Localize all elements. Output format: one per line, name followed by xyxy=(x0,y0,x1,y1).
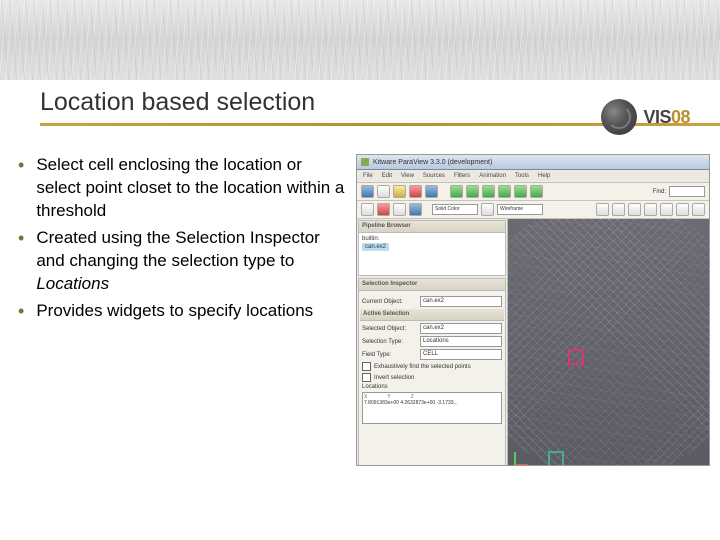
selection-marker-icon[interactable] xyxy=(548,451,564,466)
field-type-row: Field Type: CELL xyxy=(362,349,502,360)
selected-object-row: Selected Object: can.ex2 xyxy=(362,323,502,334)
locations-table[interactable]: X Y Z 7.8091383e+00 4.2632873e+00 -3.173… xyxy=(362,392,502,424)
find-input[interactable] xyxy=(669,186,705,197)
camera-icon[interactable] xyxy=(660,203,673,216)
pipeline-header: Pipeline Browser xyxy=(359,221,505,233)
connect-icon[interactable] xyxy=(393,185,406,198)
bullet-text: Provides widgets to specify locations xyxy=(36,300,313,323)
pipeline-source[interactable]: can.ex2 xyxy=(362,243,389,251)
open-icon[interactable] xyxy=(361,185,374,198)
menu-animation[interactable]: Animation xyxy=(479,173,506,179)
bullet-marker-icon: • xyxy=(18,154,24,223)
menu-help[interactable]: Help xyxy=(538,173,550,179)
inspector-body: Current Object: can.ex2 Active Selection… xyxy=(359,291,505,427)
pipeline-browser-panel: Pipeline Browser builtin: can.ex2 xyxy=(358,220,506,276)
current-object-label: Current Object: xyxy=(362,299,417,305)
bullet-marker-icon: • xyxy=(18,300,24,323)
tool-icon[interactable] xyxy=(481,203,494,216)
side-panels: Pipeline Browser builtin: can.ex2 Select… xyxy=(357,219,508,466)
selection-inspector-panel: Selection Inspector Current Object: can.… xyxy=(358,278,506,466)
last-frame-icon[interactable] xyxy=(514,185,527,198)
inspector-header: Selection Inspector xyxy=(359,279,505,291)
color-by-dropdown[interactable]: Solid Color xyxy=(432,204,478,215)
bullet-text: Select cell enclosing the location or se… xyxy=(36,154,348,223)
field-type-dropdown[interactable]: CELL xyxy=(420,349,502,360)
camera-icon[interactable] xyxy=(596,203,609,216)
slide-banner xyxy=(0,0,720,80)
main-area: Pipeline Browser builtin: can.ex2 Select… xyxy=(357,219,709,466)
camera-icon[interactable] xyxy=(644,203,657,216)
extract-label: Exhaustively find the selected points xyxy=(374,364,471,370)
app-icon xyxy=(361,158,369,166)
selection-type-dropdown[interactable]: Locations xyxy=(420,336,502,347)
toolbar-2: Solid Color Wireframe xyxy=(357,201,709,219)
active-selection-header: Active Selection xyxy=(360,309,504,321)
help-icon[interactable] xyxy=(425,185,438,198)
camera-icon[interactable] xyxy=(692,203,705,216)
bullet-list: • Select cell enclosing the location or … xyxy=(18,154,348,466)
next-frame-icon[interactable] xyxy=(498,185,511,198)
tool-icon[interactable] xyxy=(409,203,422,216)
extract-checkbox[interactable] xyxy=(362,362,371,371)
title-divider: VIS08 xyxy=(40,123,720,126)
inside-out-checkbox[interactable] xyxy=(362,373,371,382)
play-icon[interactable] xyxy=(482,185,495,198)
locations-label: Locations xyxy=(362,384,502,390)
conference-logo: VIS08 xyxy=(601,99,690,135)
loop-icon[interactable] xyxy=(530,185,543,198)
menu-edit[interactable]: Edit xyxy=(382,173,392,179)
tool-icon[interactable] xyxy=(393,203,406,216)
bullet-item: • Provides widgets to specify locations xyxy=(18,300,348,323)
window-titlebar[interactable]: Kitware ParaView 3.3.0 (development) xyxy=(357,155,709,170)
logo-text: VIS08 xyxy=(643,107,690,128)
pipeline-tree[interactable]: builtin: can.ex2 xyxy=(359,233,505,275)
menu-sources[interactable]: Sources xyxy=(423,173,445,179)
prev-frame-icon[interactable] xyxy=(466,185,479,198)
current-object-row: Current Object: can.ex2 xyxy=(362,296,502,307)
menu-filters[interactable]: Filters xyxy=(454,173,470,179)
field-type-label: Field Type: xyxy=(362,352,417,358)
mesh-geometry xyxy=(508,219,709,466)
disconnect-icon[interactable] xyxy=(409,185,422,198)
bullet-item: • Created using the Selection Inspector … xyxy=(18,227,348,296)
camera-icon[interactable] xyxy=(628,203,641,216)
menu-view[interactable]: View xyxy=(401,173,414,179)
representation-dropdown[interactable]: Wireframe xyxy=(497,204,543,215)
first-frame-icon[interactable] xyxy=(450,185,463,198)
bullet-text: Created using the Selection Inspector an… xyxy=(36,227,348,296)
slide-content: • Select cell enclosing the location or … xyxy=(0,126,720,466)
current-object-dropdown[interactable]: can.ex2 xyxy=(420,296,502,307)
window-title: Kitware ParaView 3.3.0 (development) xyxy=(373,159,492,166)
tool-icon[interactable] xyxy=(361,203,374,216)
menu-bar[interactable]: File Edit View Sources Filters Animation… xyxy=(357,170,709,183)
selection-type-row: Selection Type: Locations xyxy=(362,336,502,347)
inside-out-label: Invert selection xyxy=(374,375,414,381)
camera-icon[interactable] xyxy=(676,203,689,216)
selected-object-label: Selected Object: xyxy=(362,326,417,332)
logo-swirl-icon xyxy=(601,99,637,135)
selection-type-label: Selection Type: xyxy=(362,339,417,345)
menu-file[interactable]: File xyxy=(363,173,373,179)
tool-icon[interactable] xyxy=(377,203,390,216)
inside-out-row[interactable]: Invert selection xyxy=(362,373,502,382)
find-label: Find: xyxy=(653,189,666,195)
application-screenshot: Kitware ParaView 3.3.0 (development) Fil… xyxy=(356,154,710,466)
pipeline-server[interactable]: builtin: xyxy=(362,236,502,242)
save-icon[interactable] xyxy=(377,185,390,198)
extract-row[interactable]: Exhaustively find the selected points xyxy=(362,362,502,371)
render-view[interactable] xyxy=(508,219,709,466)
bullet-marker-icon: • xyxy=(18,227,24,296)
location-row[interactable]: 7.8091383e+00 4.2632873e+00 -3.1733... xyxy=(364,400,500,406)
title-row: Location based selection VIS08 xyxy=(0,80,720,126)
menu-tools[interactable]: Tools xyxy=(515,173,529,179)
bullet-item: • Select cell enclosing the location or … xyxy=(18,154,348,223)
selection-marker-icon[interactable] xyxy=(568,349,584,365)
toolbar-1: Find: xyxy=(357,183,709,201)
camera-icon[interactable] xyxy=(612,203,625,216)
orientation-axes-icon xyxy=(514,446,534,466)
selected-object-value: can.ex2 xyxy=(420,323,502,334)
